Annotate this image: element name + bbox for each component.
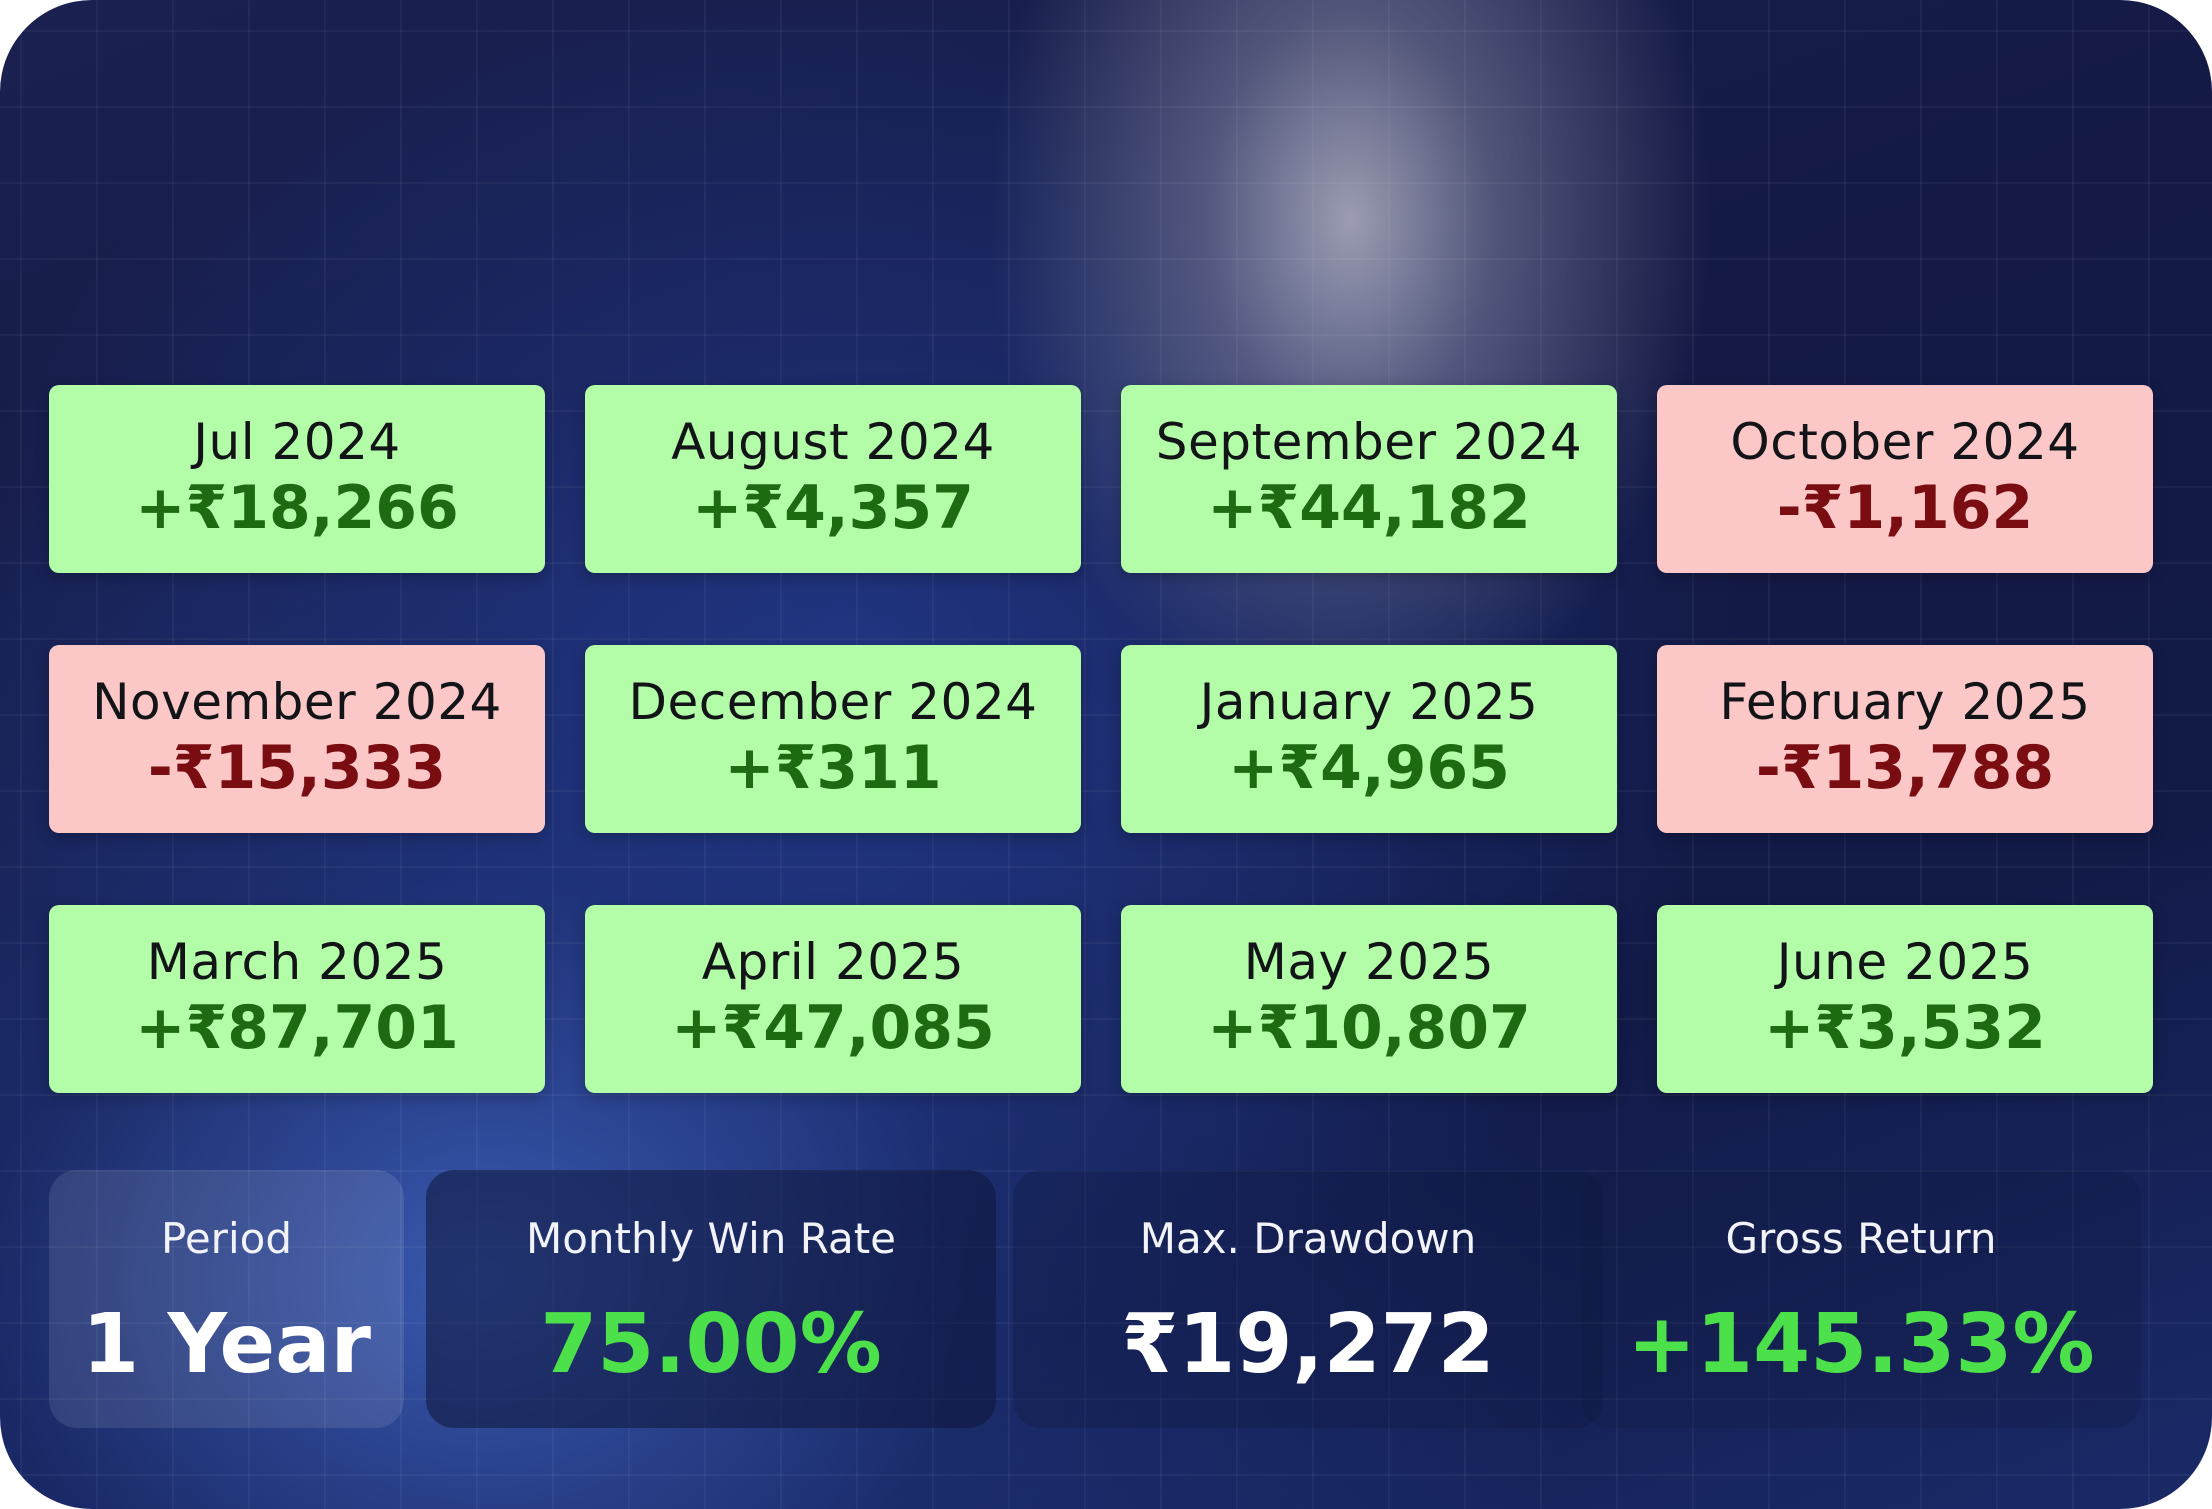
summary-stats: Period 1 Year Monthly Win Rate 75.00% Ma… (49, 1170, 2141, 1428)
month-card: October 2024 -₹1,162 (1657, 385, 2153, 573)
month-amount: +₹87,701 (135, 993, 459, 1063)
month-label: Jul 2024 (193, 413, 401, 471)
month-amount: +₹47,085 (671, 993, 995, 1063)
month-label: September 2024 (1155, 413, 1583, 471)
month-label: February 2025 (1719, 673, 2091, 731)
gross-return-stat: Gross Return +145.33% (1581, 1170, 2141, 1428)
drawdown-value: ₹19,272 (1121, 1297, 1495, 1393)
month-amount: +₹10,807 (1207, 993, 1531, 1063)
month-label: August 2024 (671, 413, 995, 471)
month-label: April 2025 (701, 933, 965, 991)
period-value: 1 Year (82, 1297, 371, 1393)
gross-return-value: +145.33% (1627, 1297, 2095, 1393)
month-card: February 2025 -₹13,788 (1657, 645, 2153, 833)
period-label: Period (161, 1214, 292, 1263)
month-amount: +₹4,965 (1228, 733, 1510, 803)
returns-panel: Jul 2024 +₹18,266 August 2024 +₹4,357 Se… (0, 0, 2212, 1509)
win-rate-value: 75.00% (540, 1297, 882, 1393)
month-card: April 2025 +₹47,085 (585, 905, 1081, 1093)
month-card: December 2024 +₹311 (585, 645, 1081, 833)
month-label: January 2025 (1199, 673, 1539, 731)
month-card: March 2025 +₹87,701 (49, 905, 545, 1093)
month-label: October 2024 (1730, 413, 2080, 471)
month-card: August 2024 +₹4,357 (585, 385, 1081, 573)
drawdown-stat: Max. Drawdown ₹19,272 (1013, 1170, 1603, 1428)
month-card: November 2024 -₹15,333 (49, 645, 545, 833)
month-amount: -₹1,162 (1776, 473, 2034, 543)
month-amount: +₹3,532 (1764, 993, 2046, 1063)
month-label: November 2024 (92, 673, 502, 731)
monthly-returns-grid: Jul 2024 +₹18,266 August 2024 +₹4,357 Se… (49, 385, 2153, 1093)
month-card: September 2024 +₹44,182 (1121, 385, 1617, 573)
month-amount: +₹311 (724, 733, 942, 803)
month-amount: +₹4,357 (692, 473, 974, 543)
month-label: May 2025 (1243, 933, 1495, 991)
drawdown-label: Max. Drawdown (1139, 1214, 1477, 1263)
period-stat: Period 1 Year (49, 1170, 404, 1428)
month-label: December 2024 (628, 673, 1038, 731)
month-card: June 2025 +₹3,532 (1657, 905, 2153, 1093)
month-amount: +₹18,266 (135, 473, 459, 543)
gross-return-label: Gross Return (1725, 1214, 1997, 1263)
month-label: June 2025 (1776, 933, 2034, 991)
month-card: January 2025 +₹4,965 (1121, 645, 1617, 833)
win-rate-stat: Monthly Win Rate 75.00% (426, 1170, 996, 1428)
month-amount: +₹44,182 (1207, 473, 1531, 543)
month-card: May 2025 +₹10,807 (1121, 905, 1617, 1093)
month-amount: -₹13,788 (1755, 733, 2055, 803)
month-amount: -₹15,333 (147, 733, 447, 803)
month-card: Jul 2024 +₹18,266 (49, 385, 545, 573)
month-label: March 2025 (146, 933, 448, 991)
win-rate-label: Monthly Win Rate (525, 1214, 897, 1263)
